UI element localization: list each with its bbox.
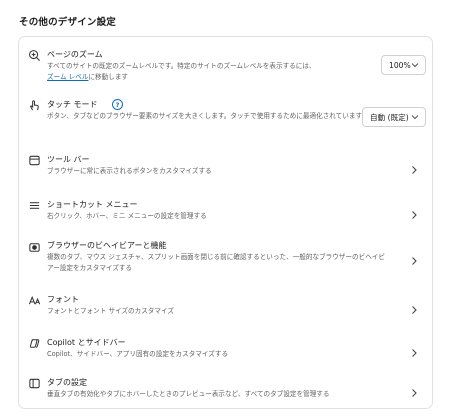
browser-behavior-icon — [27, 240, 41, 254]
chevron-right-icon — [410, 251, 418, 265]
fonts-title: フォント — [47, 295, 79, 304]
tab-settings-row[interactable]: タブの設定 垂直タブの有効化やタブにホバーしたときのプレビュー表示など、すべての… — [19, 372, 432, 406]
copilot-sidebar-row[interactable]: Copilot とサイドバー Copilot、サイドバー、アプリ固有の設定をカス… — [19, 332, 432, 366]
page-zoom-desc: すべてのサイトの既定のズームレベルです。特定のサイトのズームレベルを表示するには… — [47, 62, 316, 81]
shortcut-menu-desc: 右クリック、ホバー、ミニ メニューの設定を管理する — [47, 212, 207, 220]
chevron-right-icon — [410, 300, 418, 314]
touch-mode-desc: ボタン、タブなどのブラウザー要素のサイズを大きくします。タッチで使用するために最… — [47, 112, 363, 120]
zoom-icon — [27, 48, 41, 62]
chevron-right-icon — [410, 160, 418, 174]
page-zoom-row: ページのズーム すべてのサイトの既定のズームレベルです。特定のサイトのズームレベ… — [19, 45, 432, 89]
shortcut-menu-row[interactable]: ショートカット メニュー 右クリック、ホバー、ミニ メニューの設定を管理する — [19, 194, 432, 228]
tab-icon — [27, 376, 41, 390]
toolbar-icon — [27, 153, 41, 167]
tab-settings-title: タブの設定 — [47, 378, 87, 387]
copilot-sidebar-desc: Copilot、サイドバー、アプリ固有の設定をカスタマイズする — [47, 350, 229, 358]
zoom-level-link[interactable]: ズーム レベル — [47, 73, 88, 81]
toolbar-title: ツール バー — [47, 155, 90, 164]
browser-behavior-row[interactable]: ブラウザーのビヘイビアーと機能 複数のタブ、マウス ジェスチャ、スプリット画面を… — [19, 236, 432, 282]
tab-settings-desc: 垂直タブの有効化やタブにホバーしたときのプレビュー表示など、すべてのタブ設定を管… — [47, 390, 330, 398]
copilot-sidebar-title: Copilot とサイドバー — [47, 338, 126, 347]
fonts-row[interactable]: フォント フォントとフォント サイズのカスタマイズ — [19, 289, 432, 323]
zoom-select[interactable]: 100% — [381, 55, 426, 75]
page-zoom-title: ページのズーム — [47, 50, 103, 59]
menu-icon — [27, 198, 41, 212]
section-title: その他のデザイン設定 — [19, 17, 117, 28]
fonts-desc: フォントとフォント サイズのカスタマイズ — [47, 307, 174, 315]
design-settings-card: ページのズーム すべてのサイトの既定のズームレベルです。特定のサイトのズームレベ… — [18, 36, 433, 409]
font-icon — [27, 293, 41, 307]
shortcut-menu-title: ショートカット メニュー — [47, 200, 138, 209]
chevron-right-icon — [410, 383, 418, 397]
help-icon[interactable]: ? — [112, 99, 123, 110]
toolbar-row[interactable]: ツール バー ブラウザーに常に表示されるボタンをカスタマイズする — [19, 149, 432, 183]
touch-mode-select[interactable]: 自動 (既定) — [362, 107, 426, 127]
browser-behavior-title: ブラウザーのビヘイビアーと機能 — [47, 241, 167, 250]
copilot-icon — [27, 336, 41, 350]
touch-icon — [27, 98, 41, 112]
touch-mode-row: タッチ モード ? ボタン、タブなどのブラウザー要素のサイズを大きくします。タッ… — [19, 95, 432, 139]
toolbar-desc: ブラウザーに常に表示されるボタンをカスタマイズする — [47, 167, 212, 175]
browser-behavior-desc: 複数のタブ、マウス ジェスチャ、スプリット画面を閉じる前に確認するといった、一般… — [47, 253, 385, 272]
chevron-right-icon — [410, 205, 418, 219]
touch-mode-title: タッチ モード — [47, 100, 98, 109]
chevron-right-icon — [410, 343, 418, 357]
